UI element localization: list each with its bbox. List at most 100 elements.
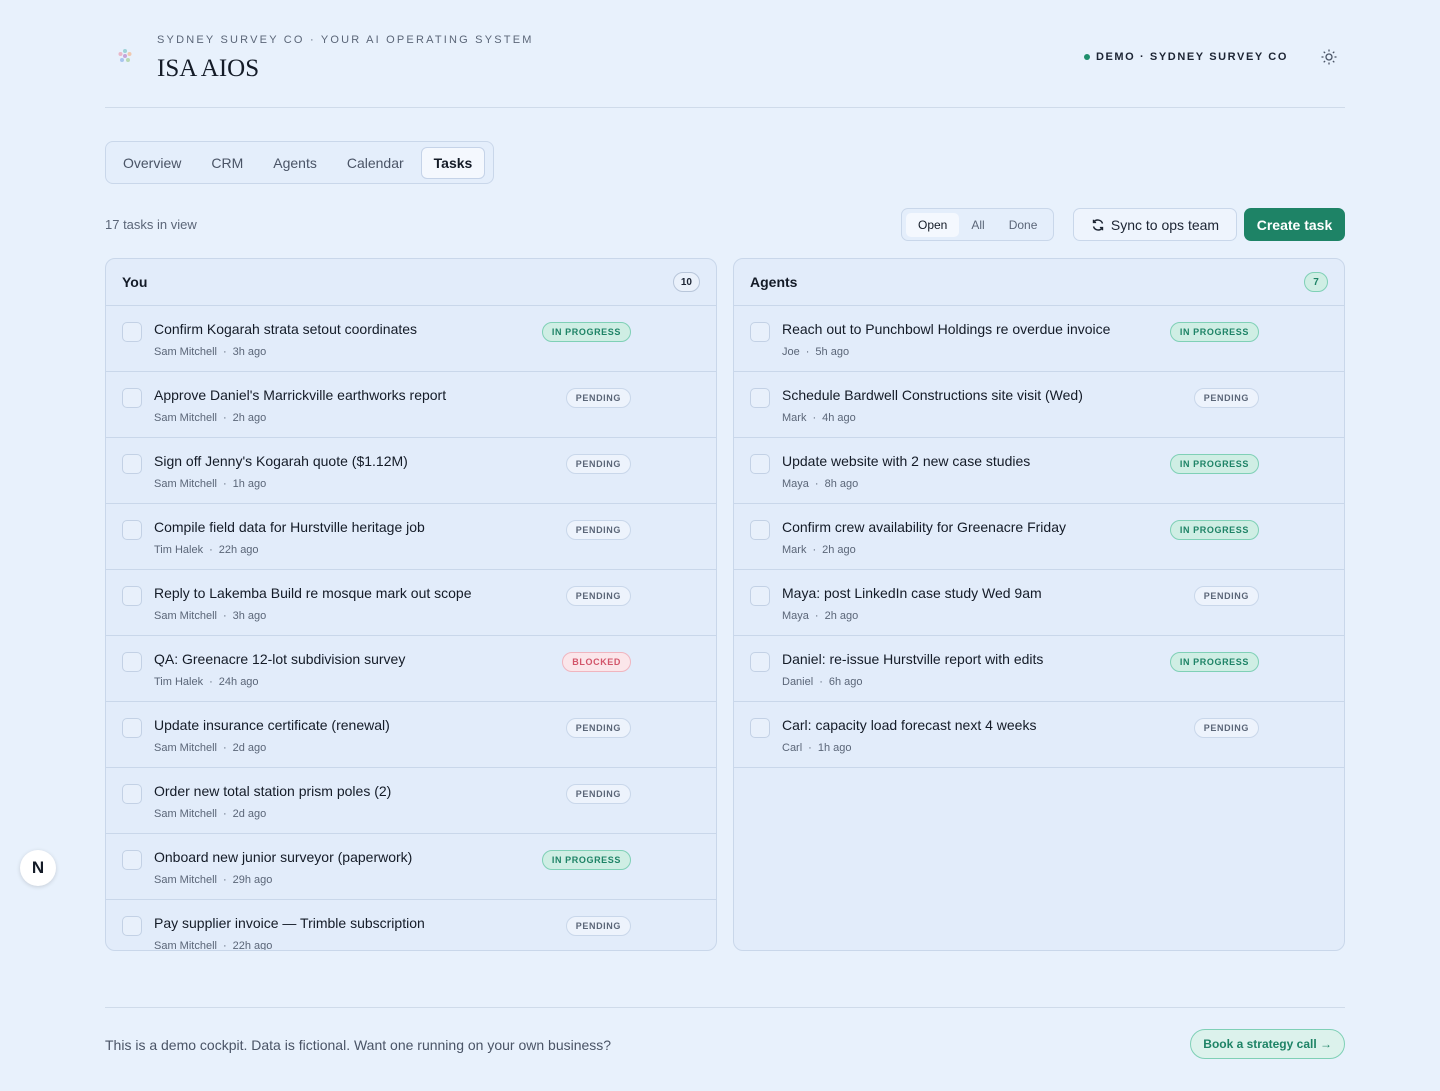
- task-row[interactable]: Update website with 2 new case studies Ma…: [734, 438, 1344, 504]
- task-row[interactable]: Compile field data for Hurstville herita…: [106, 504, 716, 570]
- task-owner: Mark: [782, 412, 807, 424]
- task-title: Approve Daniel's Marrickville earthworks…: [154, 387, 447, 403]
- task-meta: Sam Mitchell · 2d ago: [154, 742, 266, 754]
- task-time: 4h ago: [822, 412, 856, 424]
- task-checkbox[interactable]: [750, 454, 770, 474]
- task-checkbox[interactable]: [750, 586, 770, 606]
- task-meta: Sam Mitchell · 2d ago: [154, 808, 266, 820]
- sync-label: Sync to ops team: [1110, 216, 1220, 233]
- task-time: 1h ago: [817, 742, 852, 754]
- status-filter: Open All Done: [901, 208, 1055, 241]
- tab-agents[interactable]: Agents: [260, 147, 330, 179]
- status-badge: IN PROGRESS: [541, 322, 631, 342]
- status-badge: IN PROGRESS: [1169, 454, 1259, 474]
- task-time: 24h ago: [218, 676, 259, 688]
- task-checkbox[interactable]: [122, 454, 142, 474]
- task-title: Onboard new junior surveyor (paperwork): [154, 849, 413, 865]
- task-title: Carl: capacity load forecast next 4 week…: [782, 717, 1037, 733]
- status-badge: PENDING: [1193, 586, 1259, 606]
- refresh-icon: [1092, 218, 1104, 231]
- task-checkbox[interactable]: [750, 388, 770, 408]
- task-checkbox[interactable]: [122, 322, 142, 342]
- task-meta: Sam Mitchell · 1h ago: [154, 478, 266, 490]
- task-owner: Sam Mitchell: [154, 940, 217, 951]
- status-badge: PENDING: [565, 586, 631, 606]
- task-owner: Sam Mitchell: [154, 742, 217, 754]
- task-checkbox[interactable]: [122, 586, 142, 606]
- task-row[interactable]: QA: Greenacre 12-lot subdivision survey T…: [106, 636, 716, 702]
- meta-separator: ·: [222, 940, 227, 951]
- task-row[interactable]: Onboard new junior surveyor (paperwork) S…: [106, 834, 716, 900]
- task-checkbox[interactable]: [750, 718, 770, 738]
- main-tabs: Overview CRM Agents Calendar Tasks: [105, 141, 495, 184]
- task-row[interactable]: Update insurance certificate (renewal) Sa…: [106, 702, 716, 768]
- tab-overview[interactable]: Overview: [110, 147, 194, 179]
- task-time: 22h ago: [218, 544, 259, 556]
- create-task-button[interactable]: Create task: [1244, 208, 1345, 241]
- meta-separator: ·: [209, 676, 213, 688]
- sync-button[interactable]: Sync to ops team: [1073, 208, 1237, 241]
- status-badge: IN PROGRESS: [1169, 322, 1259, 342]
- task-row[interactable]: Reach out to Punchbowl Holdings re overd…: [734, 306, 1344, 372]
- task-time: 29h ago: [232, 874, 273, 886]
- task-row[interactable]: Schedule Bardwell Constructions site vis…: [734, 372, 1344, 438]
- task-row[interactable]: Approve Daniel's Marrickville earthworks…: [106, 372, 716, 438]
- task-checkbox[interactable]: [122, 718, 142, 738]
- book-call-button[interactable]: Book a strategy call →: [1190, 1029, 1345, 1059]
- you-count-badge: 10: [672, 272, 700, 292]
- sun-icon[interactable]: [1320, 48, 1338, 66]
- task-owner: Maya: [782, 610, 809, 622]
- task-time: 2h ago: [824, 610, 859, 622]
- task-title: Confirm Kogarah strata setout coordinate…: [154, 321, 418, 337]
- meta-separator: ·: [812, 412, 817, 424]
- task-meta: Carl · 1h ago: [782, 742, 852, 754]
- task-meta: Maya · 2h ago: [782, 610, 858, 622]
- filter-all[interactable]: All: [959, 213, 996, 237]
- task-row[interactable]: Daniel: re-issue Hurstville report with …: [734, 636, 1344, 702]
- task-owner: Sam Mitchell: [154, 478, 217, 490]
- you-panel: You 10 Confirm Kogarah strata setout coo…: [105, 258, 717, 951]
- task-title: Pay supplier invoice — Trimble subscript…: [154, 915, 425, 931]
- meta-separator: ·: [222, 808, 227, 820]
- task-checkbox[interactable]: [122, 916, 142, 936]
- task-owner: Sam Mitchell: [154, 346, 217, 358]
- tab-crm[interactable]: CRM: [198, 147, 256, 179]
- task-row[interactable]: Reply to Lakemba Build re mosque mark ou…: [106, 570, 716, 636]
- task-meta: Sam Mitchell · 3h ago: [154, 610, 266, 622]
- task-time: 2d ago: [232, 742, 267, 754]
- task-checkbox[interactable]: [122, 520, 142, 540]
- task-meta: Daniel · 6h ago: [782, 676, 863, 688]
- filter-open[interactable]: Open: [906, 212, 960, 237]
- task-row[interactable]: Confirm Kogarah strata setout coordinate…: [106, 306, 716, 372]
- status-dot-icon: [1083, 54, 1090, 60]
- meta-separator: ·: [222, 412, 227, 424]
- floating-n-button[interactable]: N: [20, 850, 56, 886]
- tab-calendar[interactable]: Calendar: [334, 147, 417, 179]
- task-row[interactable]: Pay supplier invoice — Trimble subscript…: [106, 900, 716, 951]
- status-badge: PENDING: [565, 916, 631, 936]
- filter-done[interactable]: Done: [997, 213, 1050, 237]
- task-meta: Joe · 5h ago: [782, 346, 849, 358]
- status-badge: PENDING: [565, 454, 631, 474]
- status-badge: IN PROGRESS: [1169, 652, 1259, 672]
- task-row[interactable]: Maya: post LinkedIn case study Wed 9am Ma…: [734, 570, 1344, 636]
- task-checkbox[interactable]: [750, 520, 770, 540]
- task-meta: Mark · 4h ago: [782, 412, 856, 424]
- task-time: 6h ago: [828, 676, 863, 688]
- task-owner: Carl: [782, 742, 803, 754]
- task-checkbox[interactable]: [750, 322, 770, 342]
- task-time: 3h ago: [232, 610, 267, 622]
- task-checkbox[interactable]: [750, 652, 770, 672]
- task-row[interactable]: Order new total station prism poles (2) S…: [106, 768, 716, 834]
- task-checkbox[interactable]: [122, 652, 142, 672]
- tab-tasks[interactable]: Tasks: [420, 146, 486, 179]
- task-row[interactable]: Carl: capacity load forecast next 4 week…: [734, 702, 1344, 768]
- task-row[interactable]: Confirm crew availability for Greenacre …: [734, 504, 1344, 570]
- task-checkbox[interactable]: [122, 784, 142, 804]
- task-owner: Mark: [782, 544, 807, 556]
- task-checkbox[interactable]: [122, 388, 142, 408]
- task-row[interactable]: Sign off Jenny's Kogarah quote ($1.12M) S…: [106, 438, 716, 504]
- demo-indicator: DEMO · SYDNEY SURVEY CO: [1083, 51, 1288, 63]
- task-checkbox[interactable]: [122, 850, 142, 870]
- meta-separator: ·: [222, 610, 227, 622]
